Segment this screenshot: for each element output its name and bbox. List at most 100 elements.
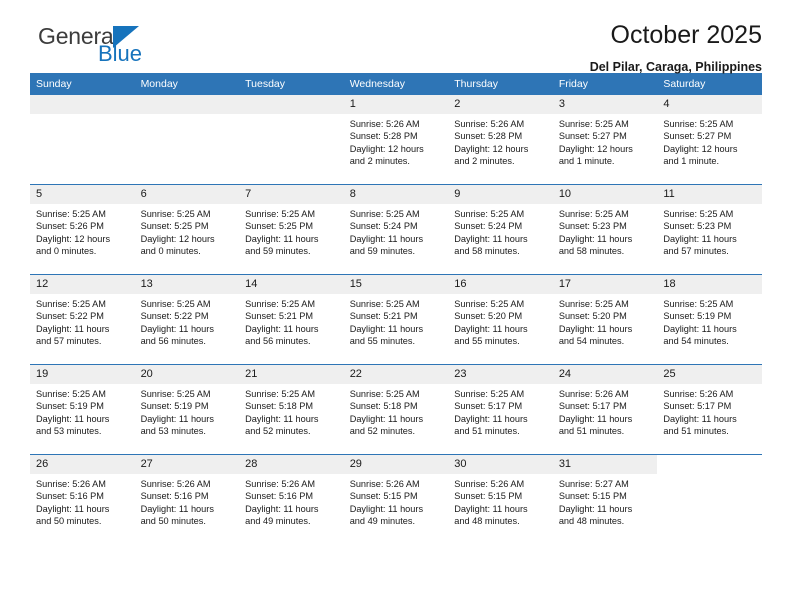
daylight-text: Daylight: 11 hours and 51 minutes. [663, 413, 737, 436]
calendar-day-cell[interactable]: 30 Sunrise: 5:26 AM Sunset: 5:15 PM Dayligh… [448, 454, 553, 544]
sunset-text: Sunset: 5:22 PM [140, 311, 209, 322]
calendar-day-cell-empty [239, 95, 344, 185]
daylight-text: Daylight: 11 hours and 59 minutes. [245, 233, 319, 256]
sunrise-text: Sunrise: 5:25 AM [349, 299, 420, 309]
calendar-day-cell[interactable]: 24 Sunrise: 5:26 AM Sunset: 5:17 PM Dayligh… [552, 364, 658, 455]
sunrise-text: Sunrise: 5:25 AM [663, 209, 734, 219]
calendar-day-cell[interactable]: 26 Sunrise: 5:26 AM Sunset: 5:16 PM Dayligh… [30, 454, 135, 544]
day-details: Sunrise: 5:26 AM Sunset: 5:28 PM Daylight:… [344, 114, 449, 167]
day-number: 21 [239, 365, 344, 384]
calendar-day-cell[interactable]: 25 Sunrise: 5:26 AM Sunset: 5:17 PM Dayligh… [657, 364, 762, 455]
sunrise-text: Sunrise: 5:27 AM [558, 479, 629, 489]
calendar-day-cell[interactable]: 23 Sunrise: 5:25 AM Sunset: 5:17 PM Dayligh… [448, 364, 553, 455]
daylight-text: Daylight: 11 hours and 57 minutes. [663, 233, 737, 256]
calendar-day-cell[interactable]: 16 Sunrise: 5:25 AM Sunset: 5:20 PM Dayligh… [448, 274, 553, 365]
calendar-day-cell[interactable]: 12 Sunrise: 5:25 AM Sunset: 5:22 PM Dayligh… [30, 274, 135, 365]
daylight-text: Daylight: 11 hours and 48 minutes. [558, 503, 633, 526]
daylight-text: Daylight: 11 hours and 52 minutes. [349, 413, 424, 436]
day-number: 16 [448, 275, 553, 294]
sunset-text: Sunset: 5:27 PM [663, 131, 732, 142]
day-details: Sunrise: 5:25 AM Sunset: 5:22 PM Daylight:… [30, 294, 135, 347]
sunrise-text: Sunrise: 5:25 AM [349, 209, 420, 219]
calendar-day-cell[interactable]: 7 Sunrise: 5:25 AM Sunset: 5:25 PM Daylight… [239, 184, 344, 275]
day-details: Sunrise: 5:25 AM Sunset: 5:20 PM Daylight:… [553, 294, 658, 347]
calendar-day-cell[interactable]: 27 Sunrise: 5:26 AM Sunset: 5:16 PM Dayligh… [134, 454, 240, 544]
weekday-header-wednesday: Wednesday [343, 73, 449, 95]
calendar-day-cell[interactable]: 10 Sunrise: 5:25 AM Sunset: 5:23 PM Dayligh… [552, 184, 658, 275]
sunrise-sunset-calendar: Sunday Monday Tuesday Wednesday Thursday… [30, 73, 762, 544]
calendar-day-cell[interactable]: 20 Sunrise: 5:25 AM Sunset: 5:19 PM Dayligh… [134, 364, 240, 455]
day-details: Sunrise: 5:25 AM Sunset: 5:25 PM Daylight:… [135, 204, 240, 257]
daylight-text: Daylight: 11 hours and 56 minutes. [245, 323, 319, 346]
calendar-day-cell[interactable]: 19 Sunrise: 5:25 AM Sunset: 5:19 PM Dayligh… [30, 364, 135, 455]
daylight-text: Daylight: 11 hours and 58 minutes. [558, 233, 633, 256]
calendar-day-cell[interactable]: 22 Sunrise: 5:25 AM Sunset: 5:18 PM Dayligh… [343, 364, 449, 455]
daylight-text: Daylight: 11 hours and 57 minutes. [36, 323, 110, 346]
daylight-text: Daylight: 11 hours and 55 minutes. [454, 323, 528, 346]
sunrise-text: Sunrise: 5:26 AM [663, 389, 734, 399]
sunset-text: Sunset: 5:21 PM [349, 311, 418, 322]
sunset-text: Sunset: 5:23 PM [663, 221, 732, 232]
daylight-text: Daylight: 12 hours and 0 minutes. [36, 233, 111, 256]
sunset-text: Sunset: 5:27 PM [558, 131, 627, 142]
day-number: 3 [552, 95, 658, 114]
calendar-day-cell[interactable]: 2 Sunrise: 5:26 AM Sunset: 5:28 PM Daylight… [448, 95, 553, 185]
day-number: 5 [30, 185, 135, 204]
calendar-day-cell[interactable]: 4 Sunrise: 5:25 AM Sunset: 5:27 PM Daylight… [657, 95, 762, 185]
day-number: 4 [657, 95, 762, 114]
daylight-text: Daylight: 11 hours and 54 minutes. [558, 323, 633, 346]
daylight-text: Daylight: 11 hours and 53 minutes. [36, 413, 110, 436]
calendar-day-cell[interactable]: 17 Sunrise: 5:25 AM Sunset: 5:20 PM Dayligh… [552, 274, 658, 365]
day-number [134, 95, 240, 114]
calendar-day-cell[interactable]: 8 Sunrise: 5:25 AM Sunset: 5:24 PM Daylight… [343, 184, 449, 275]
sunrise-text: Sunrise: 5:26 AM [454, 479, 525, 489]
day-number: 27 [134, 455, 240, 474]
calendar-day-cell[interactable]: 21 Sunrise: 5:25 AM Sunset: 5:18 PM Dayligh… [239, 364, 344, 455]
calendar-day-cell[interactable]: 29 Sunrise: 5:26 AM Sunset: 5:15 PM Dayligh… [343, 454, 449, 544]
calendar-day-cell[interactable]: 28 Sunrise: 5:26 AM Sunset: 5:16 PM Dayligh… [239, 454, 344, 544]
calendar-day-cell[interactable]: 6 Sunrise: 5:25 AM Sunset: 5:25 PM Daylight… [134, 184, 240, 275]
sunset-text: Sunset: 5:20 PM [558, 311, 627, 322]
day-number: 1 [343, 95, 449, 114]
day-details: Sunrise: 5:25 AM Sunset: 5:25 PM Daylight:… [239, 204, 344, 257]
day-number: 26 [30, 455, 135, 474]
weekday-header-thursday: Thursday [448, 73, 553, 95]
sunset-text: Sunset: 5:17 PM [454, 401, 523, 412]
sunrise-text: Sunrise: 5:25 AM [245, 209, 316, 219]
day-number [239, 95, 344, 114]
calendar-day-cell[interactable]: 1 Sunrise: 5:26 AM Sunset: 5:28 PM Daylight… [343, 95, 449, 185]
calendar-day-cell[interactable]: 13 Sunrise: 5:25 AM Sunset: 5:22 PM Dayligh… [134, 274, 240, 365]
day-number: 9 [448, 185, 553, 204]
sunset-text: Sunset: 5:16 PM [36, 491, 104, 502]
calendar-day-cell[interactable]: 14 Sunrise: 5:25 AM Sunset: 5:21 PM Dayligh… [239, 274, 344, 365]
sunrise-text: Sunrise: 5:25 AM [245, 389, 316, 399]
day-number [30, 95, 135, 114]
sunset-text: Sunset: 5:28 PM [349, 131, 418, 142]
daylight-text: Daylight: 11 hours and 49 minutes. [349, 503, 424, 526]
calendar-day-cell[interactable]: 18 Sunrise: 5:25 AM Sunset: 5:19 PM Dayligh… [657, 274, 762, 365]
calendar-day-cell[interactable]: 5 Sunrise: 5:25 AM Sunset: 5:26 PM Daylight… [30, 184, 135, 275]
day-details: Sunrise: 5:25 AM Sunset: 5:26 PM Daylight:… [30, 204, 135, 257]
calendar-page: General Blue October 2025 Del Pilar, Car… [0, 0, 792, 612]
day-details: Sunrise: 5:25 AM Sunset: 5:19 PM Daylight:… [657, 294, 762, 347]
day-details: Sunrise: 5:25 AM Sunset: 5:22 PM Daylight:… [135, 294, 240, 347]
calendar-day-cell[interactable]: 31 Sunrise: 5:27 AM Sunset: 5:15 PM Dayligh… [552, 454, 658, 544]
sunrise-text: Sunrise: 5:25 AM [663, 119, 734, 129]
sunrise-text: Sunrise: 5:25 AM [349, 389, 420, 399]
sunset-text: Sunset: 5:23 PM [558, 221, 627, 232]
day-number: 23 [448, 365, 553, 384]
generalblue-logo[interactable]: General Blue [38, 25, 142, 65]
sunrise-text: Sunrise: 5:26 AM [349, 119, 420, 129]
day-details: Sunrise: 5:25 AM Sunset: 5:20 PM Daylight:… [448, 294, 553, 347]
day-details: Sunrise: 5:25 AM Sunset: 5:21 PM Daylight:… [344, 294, 449, 347]
day-number: 6 [134, 185, 240, 204]
day-number: 12 [30, 275, 135, 294]
daylight-text: Daylight: 12 hours and 1 minute. [558, 143, 633, 166]
calendar-day-cell[interactable]: 3 Sunrise: 5:25 AM Sunset: 5:27 PM Daylight… [552, 95, 658, 185]
calendar-day-cell[interactable]: 15 Sunrise: 5:25 AM Sunset: 5:21 PM Dayligh… [343, 274, 449, 365]
page-title: October 2025 [610, 21, 763, 49]
weekday-header-friday: Friday [552, 73, 658, 95]
calendar-day-cell[interactable]: 9 Sunrise: 5:25 AM Sunset: 5:24 PM Daylight… [448, 184, 553, 275]
sunset-text: Sunset: 5:20 PM [454, 311, 523, 322]
calendar-day-cell[interactable]: 11 Sunrise: 5:25 AM Sunset: 5:23 PM Dayligh… [657, 184, 762, 275]
